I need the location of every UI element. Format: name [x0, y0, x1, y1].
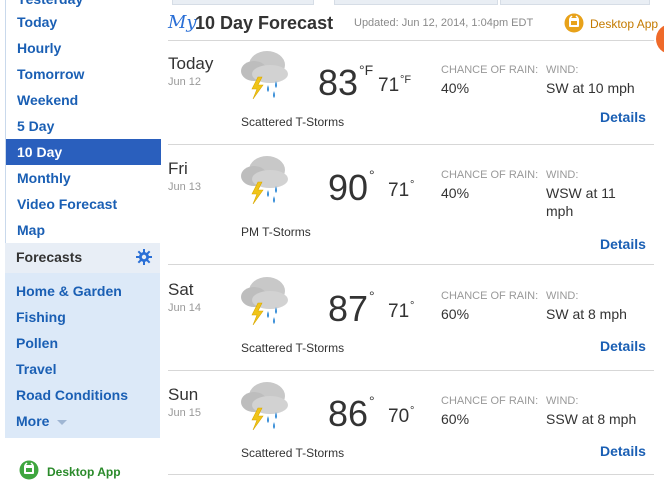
day-name: Today: [168, 54, 214, 73]
desktop-app-icon: [19, 460, 39, 480]
details-link[interactable]: Details: [600, 109, 646, 125]
forecast-link-road-conditions[interactable]: Road Conditions: [16, 387, 128, 403]
forecast-link-home-garden[interactable]: Home & Garden: [16, 283, 122, 299]
main-content: My 10 Day Forecast Updated: Jun 12, 2014…: [166, 0, 664, 485]
forecasts-panel: Forecasts Home & Garden Fishing Pollen T…: [5, 243, 160, 438]
rain-chance: 40%: [441, 185, 470, 201]
high-temp: 90: [328, 167, 369, 208]
day-name: Sun: [168, 385, 199, 404]
wind-label: WIND:: [546, 290, 579, 302]
nav-item-weekend[interactable]: Weekend: [6, 87, 161, 113]
divider: [168, 370, 654, 371]
thunderstorm-icon: [236, 47, 292, 100]
details-link[interactable]: Details: [600, 443, 646, 459]
nav-item-today[interactable]: Today: [6, 9, 161, 35]
divider: [168, 264, 654, 265]
nav-item-5-day[interactable]: 5 Day: [6, 113, 161, 139]
condition-text: PM T-Storms: [241, 225, 311, 239]
forecast-link-pollen[interactable]: Pollen: [16, 335, 58, 351]
rain-label: CHANCE OF RAIN:: [441, 290, 539, 302]
thunderstorm-icon: [236, 152, 292, 205]
low-temp: 71: [388, 180, 410, 201]
forecasts-title: Forecasts: [16, 249, 83, 265]
low-temp-unit: °F: [400, 74, 412, 86]
rain-chance: 40%: [441, 80, 470, 96]
rain-label: CHANCE OF RAIN:: [441, 395, 539, 407]
divider: [168, 40, 654, 41]
details-link[interactable]: Details: [600, 236, 646, 252]
more-menu[interactable]: More: [16, 413, 68, 429]
desktop-app-label: Desktop App: [590, 17, 659, 31]
forecasts-header: Forecasts: [5, 243, 160, 273]
high-temp: 86: [328, 393, 369, 434]
condition-text: Scattered T-Storms: [241, 446, 345, 460]
low-temp: 71: [378, 75, 400, 96]
day-date: Jun 12: [168, 76, 202, 88]
high-temp-unit: °: [369, 393, 375, 409]
sidebar: Yesterday Today Hourly Tomorrow Weekend …: [5, 0, 161, 485]
nav-item-hourly[interactable]: Hourly: [6, 35, 161, 61]
high-temp-unit: °: [369, 288, 375, 304]
desktop-app-icon: [564, 13, 584, 33]
low-temp-unit: °: [410, 300, 415, 312]
rain-chance: 60%: [441, 306, 470, 322]
high-temp-unit: °: [369, 167, 375, 183]
nav-item-video-forecast[interactable]: Video Forecast: [6, 191, 161, 217]
wind-value: SW at 10 mph: [546, 80, 635, 96]
desktop-app-link-header[interactable]: Desktop App: [564, 13, 658, 36]
forecast-nav: Yesterday Today Hourly Tomorrow Weekend …: [5, 0, 161, 243]
wind-value: SW at 8 mph: [546, 306, 627, 322]
condition-text: Scattered T-Storms: [241, 115, 345, 129]
high-temp: 87: [328, 288, 369, 329]
forecast-link-travel[interactable]: Travel: [16, 361, 56, 377]
wind-label: WIND:: [546, 169, 579, 181]
rain-label: CHANCE OF RAIN:: [441, 64, 539, 76]
nav-item-map[interactable]: Map: [6, 217, 161, 243]
wind-value: WSW at 11 mph: [546, 185, 616, 219]
divider: [168, 474, 654, 475]
low-temp: 70: [388, 406, 410, 427]
divider: [168, 144, 654, 145]
high-temp-unit: °F: [359, 62, 374, 78]
chevron-down-icon: [57, 419, 68, 425]
rain-label: CHANCE OF RAIN:: [441, 169, 539, 181]
condition-text: Scattered T-Storms: [241, 341, 345, 355]
day-name: Sat: [168, 280, 194, 299]
more-label: More: [16, 413, 50, 429]
low-temp-unit: °: [410, 179, 415, 191]
my-logo: My: [168, 12, 197, 33]
nav-item-tomorrow[interactable]: Tomorrow: [6, 61, 161, 87]
wind-label: WIND:: [546, 395, 579, 407]
nav-item-monthly[interactable]: Monthly: [6, 165, 161, 191]
nav-item-10-day[interactable]: 10 Day: [6, 139, 161, 165]
forecast-link-fishing[interactable]: Fishing: [16, 309, 66, 325]
day-date: Jun 13: [168, 181, 202, 193]
gear-icon[interactable]: [136, 249, 152, 265]
high-temp: 83: [318, 62, 359, 103]
low-temp-unit: °: [410, 405, 415, 417]
updated-timestamp: Updated: Jun 12, 2014, 1:04pm EDT: [354, 17, 534, 29]
day-date: Jun 14: [168, 302, 202, 314]
page-title: 10 Day Forecast: [195, 13, 334, 33]
desktop-app-link-sidebar[interactable]: Desktop App: [19, 460, 121, 483]
wind-label: WIND:: [546, 64, 579, 76]
details-link[interactable]: Details: [600, 338, 646, 354]
thunderstorm-icon: [236, 273, 292, 326]
wind-value: SSW at 8 mph: [546, 411, 637, 427]
day-name: Fri: [168, 159, 188, 178]
low-temp: 71: [388, 301, 410, 322]
rain-chance: 60%: [441, 411, 470, 427]
desktop-app-label: Desktop App: [47, 465, 121, 479]
day-date: Jun 15: [168, 407, 202, 419]
thunderstorm-icon: [236, 378, 292, 431]
